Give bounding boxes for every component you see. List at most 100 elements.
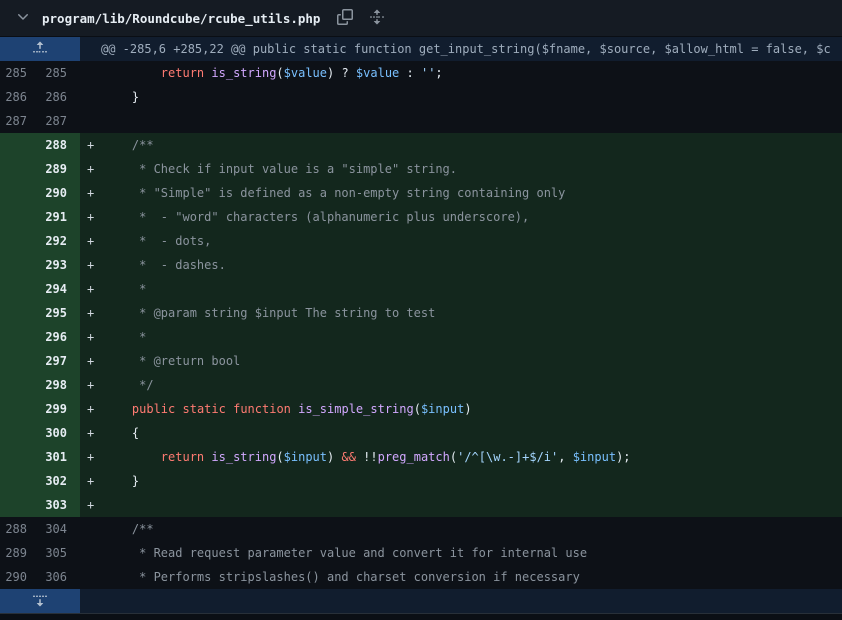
code-line: * [103, 325, 842, 349]
code-line: */ [103, 373, 842, 397]
old-line-number[interactable] [0, 253, 40, 277]
expand-up-button[interactable] [0, 37, 80, 61]
file-header: program/lib/Roundcube/rcube_utils.php [0, 0, 842, 37]
diff-line: 286286 } [0, 85, 842, 109]
diff-marker: + [80, 301, 103, 325]
expand-down-button[interactable] [0, 589, 80, 613]
diff-marker: + [80, 205, 103, 229]
code-line: /** [103, 517, 842, 541]
old-line-number[interactable] [0, 397, 40, 421]
code-line: * - "word" characters (alphanumeric plus… [103, 205, 842, 229]
diff-marker [80, 565, 103, 589]
old-line-number[interactable] [0, 325, 40, 349]
diff-line: 290306 * Performs stripslashes() and cha… [0, 565, 842, 589]
file-path[interactable]: program/lib/Roundcube/rcube_utils.php [42, 11, 320, 26]
diff-line: 296+ * [0, 325, 842, 349]
new-line-number[interactable]: 299 [40, 397, 80, 421]
old-line-number[interactable] [0, 469, 40, 493]
copy-icon [337, 9, 353, 28]
code-line: * @return bool [103, 349, 842, 373]
diff-marker: + [80, 277, 103, 301]
code-line: { [103, 421, 842, 445]
diff-marker: + [80, 493, 103, 517]
new-line-number[interactable]: 285 [40, 61, 80, 85]
new-line-number[interactable]: 297 [40, 349, 80, 373]
code-line: return is_string($value) ? $value : ''; [103, 61, 842, 85]
old-line-number[interactable]: 290 [0, 565, 40, 589]
new-line-number[interactable]: 291 [40, 205, 80, 229]
old-line-number[interactable] [0, 301, 40, 325]
new-line-number[interactable]: 289 [40, 157, 80, 181]
new-line-number[interactable]: 287 [40, 109, 80, 133]
new-line-number[interactable]: 306 [40, 565, 80, 589]
diff-marker: + [80, 349, 103, 373]
old-line-number[interactable]: 289 [0, 541, 40, 565]
diff-line: 301+ return is_string($input) && !!preg_… [0, 445, 842, 469]
collapse-file-button[interactable] [12, 7, 34, 29]
fold-up-icon [32, 40, 48, 59]
old-line-number[interactable]: 287 [0, 109, 40, 133]
new-line-number[interactable]: 286 [40, 85, 80, 109]
diff-lines: 285285 return is_string($value) ? $value… [0, 61, 842, 589]
diff-marker [80, 61, 103, 85]
new-line-number[interactable]: 292 [40, 229, 80, 253]
diff-marker: + [80, 181, 103, 205]
expand-down-fill [80, 589, 842, 613]
old-line-number[interactable] [0, 421, 40, 445]
old-line-number[interactable] [0, 493, 40, 517]
new-line-number[interactable]: 301 [40, 445, 80, 469]
old-line-number[interactable] [0, 133, 40, 157]
old-line-number[interactable] [0, 229, 40, 253]
old-line-number[interactable] [0, 157, 40, 181]
diff-marker [80, 541, 103, 565]
diff-line: 291+ * - "word" characters (alphanumeric… [0, 205, 842, 229]
old-line-number[interactable] [0, 373, 40, 397]
new-line-number[interactable]: 290 [40, 181, 80, 205]
old-line-number[interactable]: 288 [0, 517, 40, 541]
new-line-number[interactable]: 298 [40, 373, 80, 397]
diff-marker [80, 85, 103, 109]
new-line-number[interactable]: 303 [40, 493, 80, 517]
diff-line: 288+ /** [0, 133, 842, 157]
new-line-number[interactable]: 293 [40, 253, 80, 277]
diff-line: 289+ * Check if input value is a "simple… [0, 157, 842, 181]
new-line-number[interactable]: 296 [40, 325, 80, 349]
diff-marker: + [80, 397, 103, 421]
diff-line: 289305 * Read request parameter value an… [0, 541, 842, 565]
code-line: * Check if input value is a "simple" str… [103, 157, 842, 181]
diff-line: 298+ */ [0, 373, 842, 397]
code-line [103, 493, 842, 517]
code-line [103, 109, 842, 133]
new-line-number[interactable]: 304 [40, 517, 80, 541]
diff-line: 295+ * @param string $input The string t… [0, 301, 842, 325]
old-line-number[interactable]: 286 [0, 85, 40, 109]
diff-marker [80, 109, 103, 133]
copy-path-button[interactable] [334, 7, 356, 29]
diff-marker: + [80, 157, 103, 181]
new-line-number[interactable]: 302 [40, 469, 80, 493]
expand-down-row [0, 589, 842, 613]
new-line-number[interactable]: 305 [40, 541, 80, 565]
old-line-number[interactable] [0, 445, 40, 469]
diff-view: program/lib/Roundcube/rcube_utils.php @@… [0, 0, 842, 620]
new-line-number[interactable]: 300 [40, 421, 80, 445]
hunk-header-text: @@ -285,6 +285,22 @@ public static funct… [80, 37, 842, 61]
diff-line: 288304 /** [0, 517, 842, 541]
new-line-number[interactable]: 294 [40, 277, 80, 301]
diff-marker: + [80, 133, 103, 157]
old-line-number[interactable] [0, 205, 40, 229]
old-line-number[interactable] [0, 277, 40, 301]
diff-marker: + [80, 373, 103, 397]
diff-line: 300+ { [0, 421, 842, 445]
diff-marker: + [80, 325, 103, 349]
old-line-number[interactable] [0, 181, 40, 205]
diff-marker: + [80, 445, 103, 469]
new-line-number[interactable]: 288 [40, 133, 80, 157]
diff-line: 297+ * @return bool [0, 349, 842, 373]
expand-all-hunks-button[interactable] [366, 7, 388, 29]
new-line-number[interactable]: 295 [40, 301, 80, 325]
hunk-header-row: @@ -285,6 +285,22 @@ public static funct… [0, 37, 842, 61]
old-line-number[interactable]: 285 [0, 61, 40, 85]
diff-line: 292+ * - dots, [0, 229, 842, 253]
old-line-number[interactable] [0, 349, 40, 373]
